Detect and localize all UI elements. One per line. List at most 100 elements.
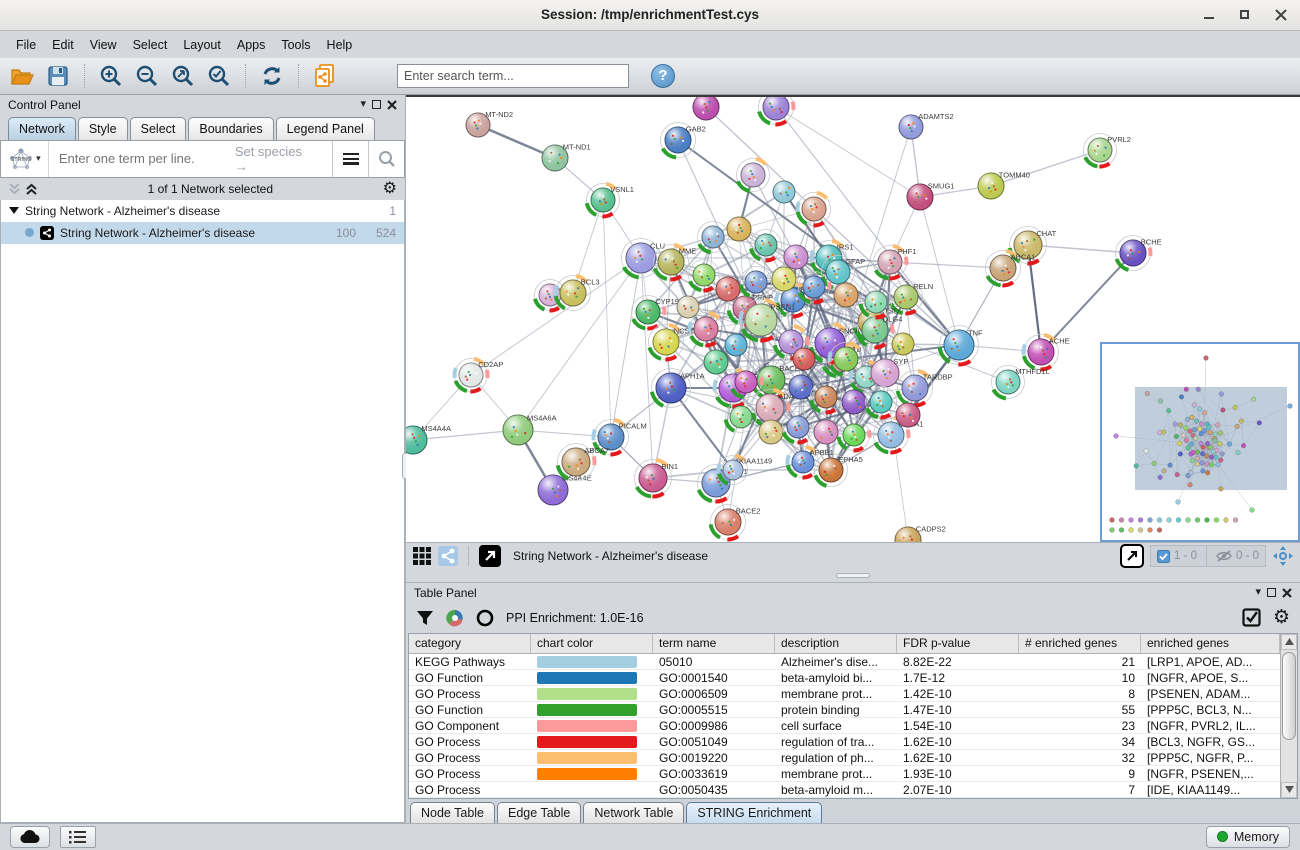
tab-network[interactable]: Network	[8, 117, 76, 140]
network-node[interactable]	[789, 375, 813, 399]
open-in-browser-button[interactable]	[479, 545, 501, 567]
network-node-bcl3[interactable]: BCL3	[556, 275, 600, 310]
menu-tools[interactable]: Tools	[273, 34, 318, 56]
undock-table-panel-icon[interactable]	[1267, 588, 1276, 597]
network-node[interactable]	[798, 192, 831, 225]
network-node[interactable]	[727, 217, 751, 241]
network-node-epha5[interactable]: EPHA5	[815, 453, 863, 486]
scroll-up-icon[interactable]	[1281, 634, 1297, 650]
cloud-button[interactable]	[10, 826, 50, 848]
open-session-button[interactable]	[6, 61, 38, 91]
tab-legend-panel[interactable]: Legend Panel	[276, 117, 375, 140]
network-node[interactable]	[737, 158, 770, 191]
tab-node-table[interactable]: Node Table	[410, 802, 495, 823]
refresh-button[interactable]	[256, 61, 288, 91]
network-node[interactable]	[772, 267, 796, 291]
network-node-gab2[interactable]: GAB2	[661, 122, 706, 157]
zoom-selected-button[interactable]	[203, 61, 235, 91]
string-term-input[interactable]	[49, 151, 235, 166]
network-node[interactable]	[866, 386, 897, 417]
menu-view[interactable]: View	[82, 34, 125, 56]
menu-edit[interactable]: Edit	[44, 34, 82, 56]
network-node[interactable]	[689, 259, 720, 290]
string-protein-query-dropdown[interactable]: STRING ▾	[1, 141, 49, 177]
network-node[interactable]	[861, 286, 892, 317]
network-canvas[interactable]: MT-ND2MT-ND1VSNL1GAB2ADAMTS2PVRL2TOMM40S…	[406, 95, 1300, 542]
tab-select[interactable]: Select	[130, 117, 187, 140]
filter-icon[interactable]	[416, 609, 434, 627]
menu-layout[interactable]: Layout	[175, 34, 229, 56]
expand-all-icon[interactable]	[25, 183, 38, 195]
network-node[interactable]	[783, 411, 814, 442]
network-node-smug1[interactable]: SMUG1	[907, 181, 954, 209]
network-node-adamts2[interactable]: ADAMTS2	[899, 112, 954, 139]
enrichment-row[interactable]: GO ProcessGO:0019220regulation of ph...1…	[409, 750, 1280, 766]
network-node-cd2ap[interactable]: CD2AP	[455, 358, 504, 391]
pan-compass-icon[interactable]	[1272, 545, 1294, 567]
network-node-mt-nd1[interactable]: MT-ND1	[542, 142, 591, 170]
network-node-cadps2[interactable]: CADPS2	[895, 524, 946, 541]
enrichment-row[interactable]: GO FunctionGO:0001540beta-amyloid bi...1…	[409, 670, 1280, 686]
network-node[interactable]	[892, 333, 914, 355]
grid-view-icon[interactable]	[412, 546, 432, 566]
close-table-panel-icon[interactable]	[1282, 588, 1292, 598]
column-header-FDR-p-value[interactable]: FDR p-value	[897, 634, 1019, 653]
select-rows-checkbox-icon[interactable]	[1242, 608, 1261, 627]
enrichment-settings-gear-icon[interactable]: ⚙	[1273, 608, 1290, 627]
network-share-icon[interactable]	[438, 546, 458, 566]
network-node-tardbp[interactable]: TARDBP	[898, 370, 953, 405]
enrichment-row[interactable]: KEGG Pathways05010Alzheimer's dise...8.8…	[409, 654, 1280, 670]
column-header-term-name[interactable]: term name	[653, 634, 775, 653]
network-node[interactable]	[677, 296, 699, 318]
network-node[interactable]	[784, 245, 808, 269]
help-button[interactable]: ?	[651, 64, 675, 88]
enrichment-row[interactable]: GO ProcessGO:0033619membrane prot...1.93…	[409, 766, 1280, 782]
network-node-pvrl2[interactable]: PVRL2	[1084, 133, 1131, 166]
export-network-button[interactable]	[1120, 544, 1144, 568]
network-node[interactable]	[773, 181, 795, 203]
ring-chart-icon[interactable]	[476, 609, 494, 627]
network-node[interactable]	[811, 381, 842, 412]
chart-donut-icon[interactable]	[446, 609, 464, 627]
column-header-category[interactable]: category	[409, 634, 531, 653]
import-network-button[interactable]	[309, 61, 341, 91]
column-header-description[interactable]: description	[775, 634, 897, 653]
table-scrollbar[interactable]	[1280, 634, 1297, 798]
close-icon[interactable]	[1274, 8, 1288, 22]
scroll-down-icon[interactable]	[1281, 782, 1297, 798]
network-node[interactable]	[799, 271, 830, 302]
menu-help[interactable]: Help	[319, 34, 361, 56]
horizontal-divider[interactable]	[406, 570, 1300, 582]
save-session-button[interactable]	[42, 61, 74, 91]
network-node-bin1[interactable]: BIN1	[635, 459, 679, 496]
network-node-tnf[interactable]: TNF	[940, 325, 983, 364]
network-node[interactable]	[704, 350, 728, 374]
tab-boundaries[interactable]: Boundaries	[188, 117, 273, 140]
network-node[interactable]	[834, 283, 858, 307]
network-node[interactable]	[793, 348, 815, 370]
tab-network-table[interactable]: Network Table	[583, 802, 684, 823]
menu-file[interactable]: File	[8, 34, 44, 56]
network-tree-row[interactable]: String Network - Alzheimer's disease1005…	[1, 222, 404, 244]
selected-checkbox-icon[interactable]	[1157, 550, 1170, 563]
network-options-gear-icon[interactable]: ⚙	[383, 181, 397, 197]
column-header-chart-color[interactable]: chart color	[531, 634, 653, 653]
eye-off-icon[interactable]	[1216, 550, 1232, 562]
enrichment-row[interactable]: GO ProcessGO:0050435beta-amyloid m...2.0…	[409, 782, 1280, 798]
network-node-tomm40[interactable]: TOMM40	[978, 170, 1030, 198]
network-node[interactable]	[693, 97, 719, 120]
enrichment-row[interactable]: GO ProcessGO:0006509membrane prot...1.42…	[409, 686, 1280, 702]
zoom-in-button[interactable]	[95, 61, 127, 91]
network-node[interactable]	[698, 221, 729, 252]
network-node[interactable]	[842, 390, 866, 414]
memory-button[interactable]: Memory	[1206, 826, 1290, 848]
minimize-icon[interactable]	[1202, 8, 1216, 22]
network-node-ncstn[interactable]: NCSTN	[649, 324, 700, 359]
menu-apps[interactable]: Apps	[229, 34, 274, 56]
collapse-all-icon[interactable]	[8, 183, 21, 195]
network-node[interactable]	[814, 420, 838, 444]
menu-select[interactable]: Select	[125, 34, 176, 56]
network-node[interactable]	[741, 266, 772, 297]
search-input[interactable]	[397, 64, 629, 88]
scrollbar-thumb[interactable]	[1282, 652, 1296, 740]
